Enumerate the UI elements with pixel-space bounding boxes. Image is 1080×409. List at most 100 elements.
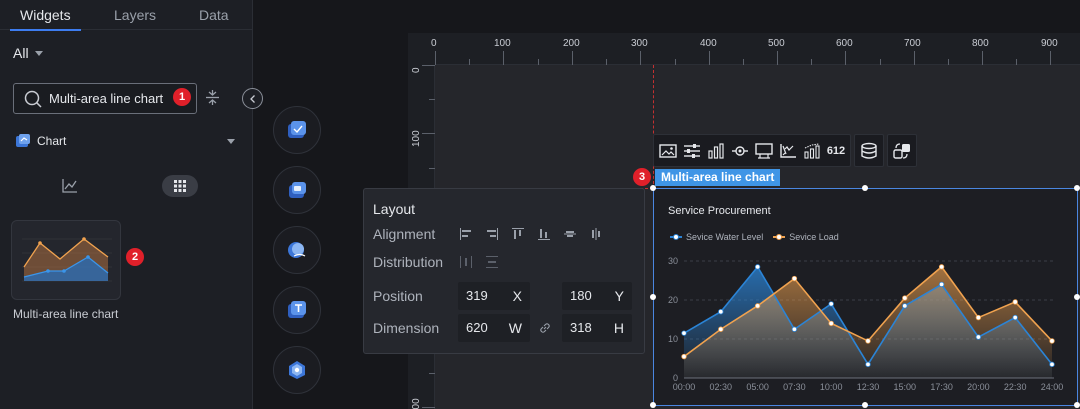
toolbar-group-settings: 612: [653, 134, 851, 167]
data-point: [791, 326, 798, 332]
series-area: [684, 266, 1052, 378]
ruler-top-ticks: [435, 51, 1051, 65]
resize-handle-sw[interactable]: [650, 402, 656, 408]
left-panel: Widgets Layers Data All 1: [0, 0, 253, 409]
x-tick-label: 15:00: [894, 382, 917, 392]
swap-icon[interactable]: [892, 141, 912, 161]
data-point: [938, 264, 945, 270]
resize-handle-ne[interactable]: [1074, 185, 1080, 191]
number-icon-label: 612: [826, 144, 846, 157]
align-left-icon[interactable]: [459, 227, 473, 241]
layout-popup-title: Layout: [373, 201, 416, 217]
category-filter[interactable]: All: [13, 45, 43, 61]
link-icon[interactable]: [538, 321, 552, 335]
data-point: [828, 320, 834, 327]
database-icon[interactable]: [859, 141, 879, 161]
rail-button-text[interactable]: [273, 286, 321, 334]
align-bottom-icon[interactable]: [537, 227, 551, 241]
axis-icon[interactable]: [778, 141, 798, 161]
x-tick-label: 07:30: [783, 382, 806, 392]
align-center-icon[interactable]: [589, 227, 603, 241]
toolbar-group-swap: [887, 134, 917, 167]
comment-icon[interactable]: [754, 141, 774, 161]
search-input[interactable]: [49, 91, 169, 106]
align-top-icon[interactable]: [511, 227, 525, 241]
dimension-w-unit: W: [508, 320, 522, 336]
y-tick-label: 30: [668, 256, 678, 266]
data-point: [975, 314, 982, 321]
data-point: [975, 334, 982, 340]
position-x-value: 319: [466, 288, 488, 303]
dimension-h-field[interactable]: 318 H: [562, 314, 632, 342]
chevron-left-icon: [249, 94, 255, 103]
resize-handle-nw[interactable]: [650, 185, 656, 191]
selected-chart-widget[interactable]: Service Procurement Sevice Water Level S…: [653, 188, 1078, 406]
eye-icon[interactable]: [730, 141, 750, 161]
rail-button-settings[interactable]: [273, 346, 321, 394]
chart-plot: 010203000:00 02:30 05:00 07:30 10:00 12:30 15:…: [668, 256, 1064, 392]
collapse-panel-button[interactable]: [242, 88, 263, 109]
widget-toolbar: 612: [653, 134, 917, 167]
x-tick-label: 22:30: [1004, 382, 1027, 392]
chevron-down-icon[interactable]: [227, 139, 235, 144]
toolbar-group-data: [854, 134, 884, 167]
data-point: [681, 353, 687, 360]
rail-button-box[interactable]: [273, 106, 321, 154]
data-point: [1049, 361, 1055, 368]
grid-view-toggle[interactable]: [162, 175, 198, 197]
data-point: [865, 338, 871, 344]
distribute-vertical-icon[interactable]: [485, 255, 499, 269]
image-icon[interactable]: [658, 141, 678, 161]
dimension-h-unit: H: [613, 320, 624, 336]
data-point: [1049, 338, 1055, 344]
bar-chart-icon[interactable]: [706, 141, 726, 161]
category-filter-label: All: [13, 45, 29, 61]
position-x-field[interactable]: 319 X: [458, 282, 530, 310]
x-tick-label: 24:00: [1041, 382, 1064, 392]
data-point: [902, 303, 908, 309]
alignment-label: Alignment: [373, 226, 436, 242]
distribute-horizontal-icon[interactable]: [459, 255, 473, 269]
y-tick-label: 20: [668, 295, 678, 305]
number-icon[interactable]: 612: [826, 141, 846, 161]
widget-card-label: Multi-area line chart: [13, 307, 119, 321]
search-box[interactable]: [13, 83, 197, 114]
data-point: [1012, 314, 1018, 321]
tab-widgets[interactable]: Widgets: [10, 0, 81, 31]
line-chart-view-icon[interactable]: [60, 176, 80, 196]
ruler-top: 0 100 200 300 400 500 600 700 800 900: [431, 33, 1080, 65]
sliders-icon[interactable]: [682, 141, 702, 161]
rail-button-screen[interactable]: [273, 166, 321, 214]
resize-handle-e[interactable]: [1074, 294, 1080, 300]
category-chart[interactable]: Chart: [15, 133, 66, 149]
data-point: [754, 264, 761, 270]
tab-layers[interactable]: Layers: [114, 0, 156, 30]
layout-popup: Layout Alignment Distribution Position D…: [363, 188, 645, 354]
dimension-w-field[interactable]: 620 W: [458, 314, 530, 342]
align-right-icon[interactable]: [485, 227, 499, 241]
y-tick-label: 10: [668, 334, 678, 344]
data-point: [902, 295, 908, 301]
x-tick-label: 02:30: [710, 382, 733, 392]
position-y-field[interactable]: 180 Y: [562, 282, 632, 310]
data-point: [865, 361, 871, 368]
bar-chart-line-icon[interactable]: [802, 141, 822, 161]
tab-data[interactable]: Data: [199, 0, 229, 30]
resize-handle-n[interactable]: [862, 185, 868, 191]
search-icon: [24, 90, 42, 108]
rail-button-globe[interactable]: [273, 226, 321, 274]
data-point: [791, 275, 798, 282]
widget-card-multi-area-line-chart[interactable]: [11, 220, 121, 300]
resize-handle-se[interactable]: [1074, 402, 1080, 408]
position-label: Position: [373, 288, 423, 304]
dimension-h-value: 318: [570, 320, 592, 335]
distribution-label: Distribution: [373, 254, 444, 270]
grid-icon: [174, 180, 186, 192]
box-icon: [288, 121, 306, 138]
step-badge-2: 2: [126, 248, 144, 266]
app-root: Widgets Layers Data All 1: [0, 0, 1080, 409]
align-middle-icon[interactable]: [563, 227, 577, 241]
resize-handle-s[interactable]: [862, 402, 868, 408]
resize-handle-w[interactable]: [650, 294, 656, 300]
filter-sort-icon[interactable]: [204, 89, 221, 106]
